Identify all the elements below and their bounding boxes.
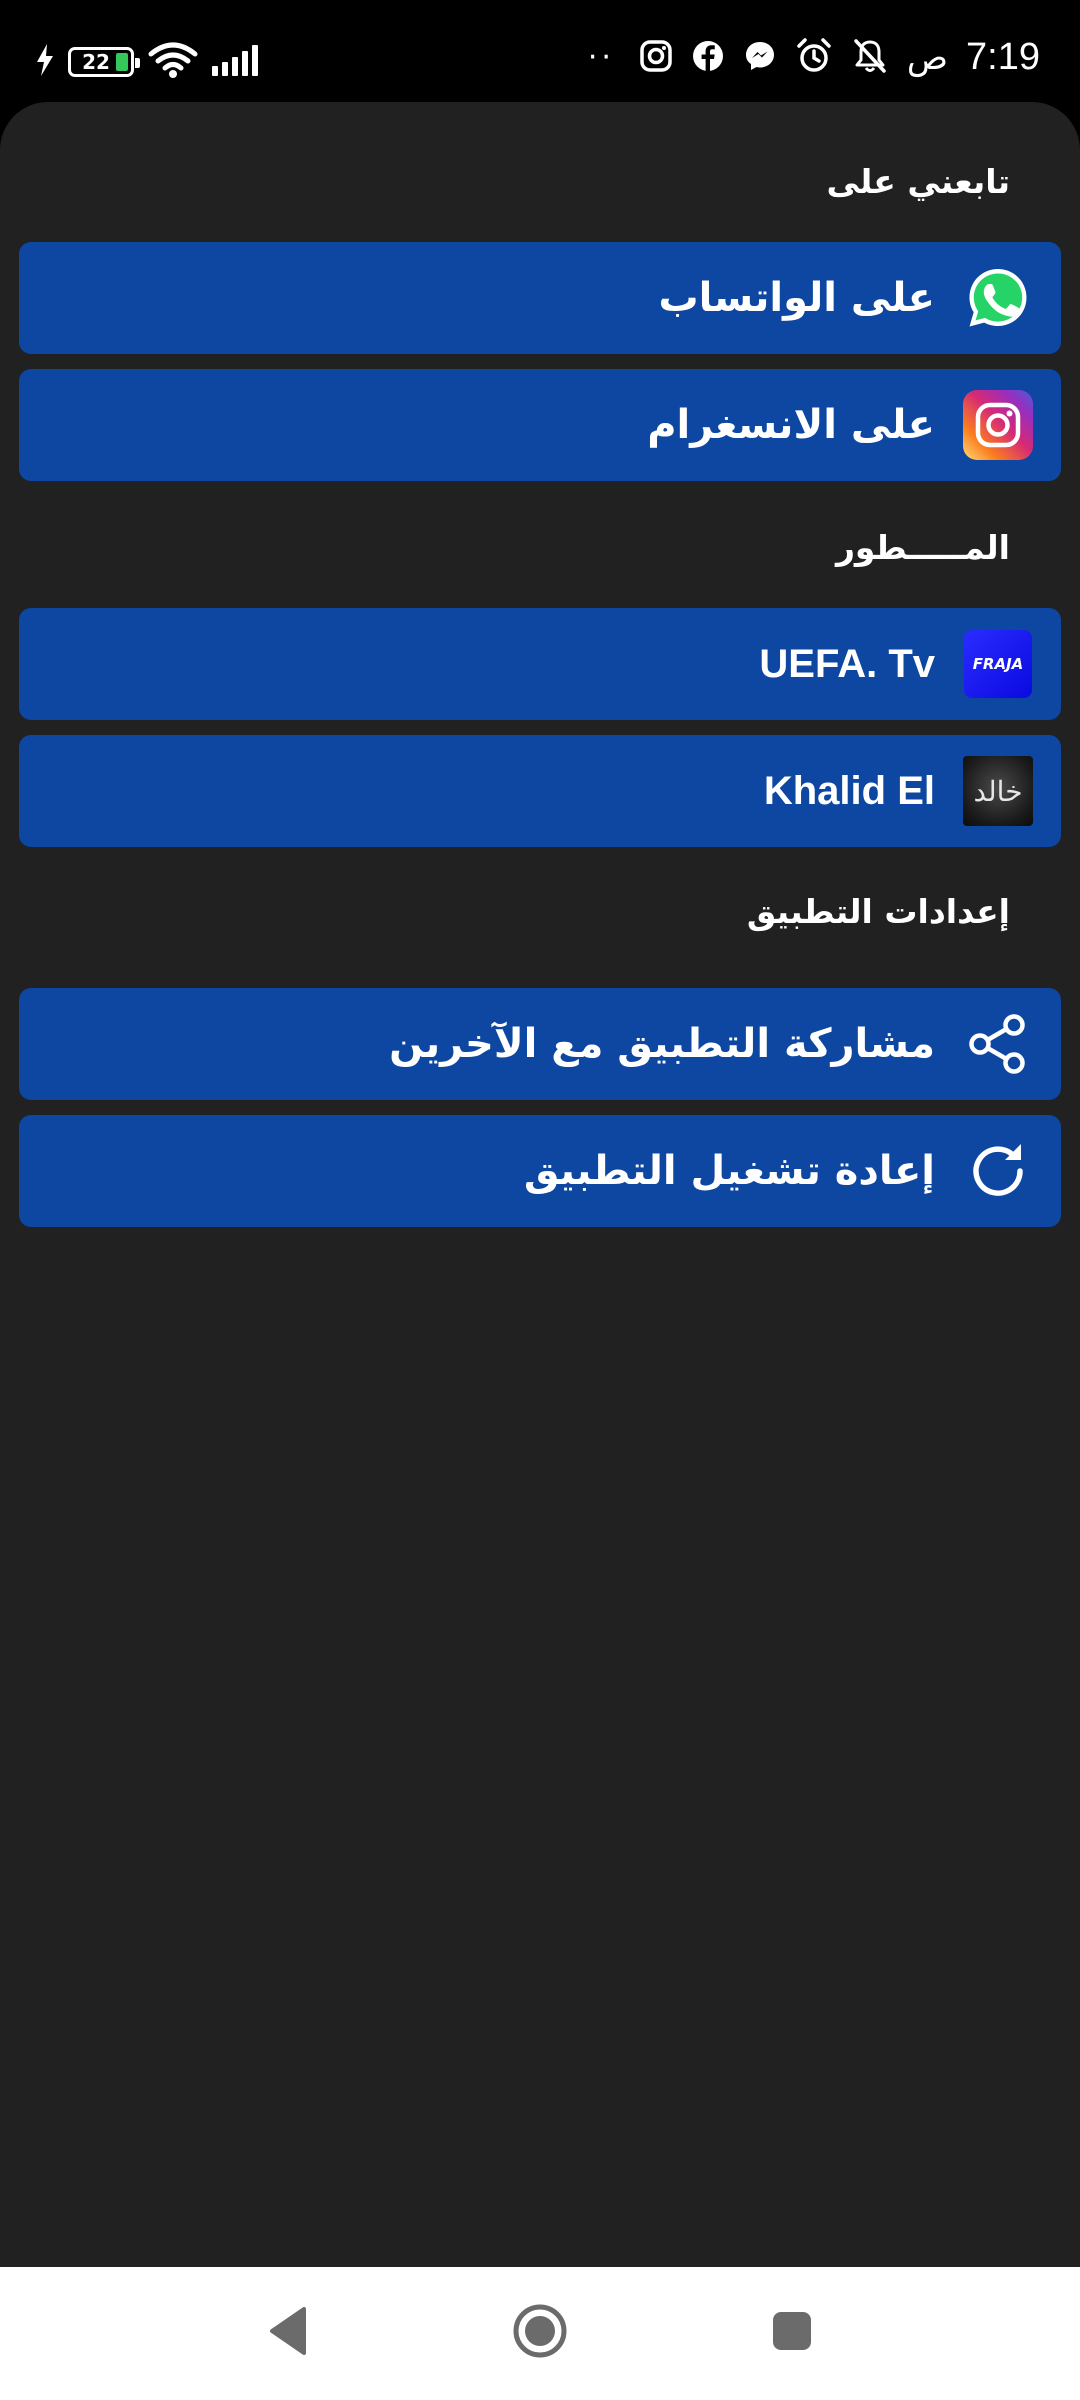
share-icon	[963, 1009, 1033, 1079]
fraja-logo-icon: FRAJA	[963, 629, 1033, 699]
battery-fill	[116, 53, 128, 71]
navigation-bar	[0, 2267, 1080, 2400]
fraja-logo: FRAJA	[964, 630, 1032, 698]
battery-icon: 22	[68, 47, 140, 77]
home-icon	[510, 2301, 570, 2365]
alarm-icon	[795, 37, 833, 79]
wifi-icon	[148, 42, 198, 82]
messenger-notification-icon	[743, 39, 777, 77]
instagram-row-label: على الانسغرام	[647, 402, 935, 448]
more-notifications-dots: ··	[587, 40, 615, 75]
share-app-row[interactable]: مشاركة التطبيق مع الآخرين	[19, 988, 1061, 1100]
home-button[interactable]	[500, 2293, 580, 2373]
signal-icon	[212, 44, 264, 80]
clock-time: 7:19	[966, 36, 1040, 78]
menu-sheet: تابعني على على الواتساب على الانسغرام ال…	[0, 102, 1080, 2267]
facebook-notification-icon	[691, 39, 725, 77]
khalid-avatar-icon: خالد	[963, 756, 1033, 826]
battery-level: 22	[82, 50, 110, 74]
whatsapp-row-label: على الواتساب	[658, 275, 935, 321]
instagram-row[interactable]: على الانسغرام	[19, 369, 1061, 481]
status-bar-left: 22	[36, 42, 264, 82]
section-title-follow: تابعني على	[826, 162, 1010, 201]
back-button[interactable]	[248, 2293, 328, 2373]
instagram-icon	[963, 390, 1033, 460]
restart-app-row-label: إعادة تشغيل التطبيق	[523, 1148, 935, 1194]
restart-icon	[963, 1136, 1033, 1206]
section-title-settings: إعدادات التطبيق	[746, 892, 1010, 931]
uefa-tv-row-label: UEFA. Tv	[759, 641, 935, 686]
clock-am-pm: ص	[906, 37, 949, 78]
recents-button[interactable]	[752, 2293, 832, 2373]
battery-cap	[135, 58, 140, 68]
whatsapp-icon	[963, 263, 1033, 333]
back-icon	[266, 2305, 310, 2361]
khalid-avatar: خالد	[963, 756, 1033, 826]
share-app-row-label: مشاركة التطبيق مع الآخرين	[389, 1021, 935, 1067]
status-bar: 22 ·· ص 7:19	[0, 0, 1080, 100]
restart-app-row[interactable]: إعادة تشغيل التطبيق	[19, 1115, 1061, 1227]
status-bar-right: ·· ص 7:19	[588, 36, 1040, 79]
khalid-el-row[interactable]: Khalid El خالد	[19, 735, 1061, 847]
whatsapp-row[interactable]: على الواتساب	[19, 242, 1061, 354]
recents-icon	[770, 2309, 814, 2357]
khalid-el-row-label: Khalid El	[763, 768, 935, 813]
uefa-tv-row[interactable]: UEFA. Tv FRAJA	[19, 608, 1061, 720]
instagram-notification-icon	[639, 39, 673, 77]
charging-bolt-icon	[36, 44, 54, 80]
notifications-off-icon	[851, 37, 889, 79]
instagram-logo	[963, 390, 1033, 460]
section-title-developer: المـــــطور	[835, 528, 1010, 567]
